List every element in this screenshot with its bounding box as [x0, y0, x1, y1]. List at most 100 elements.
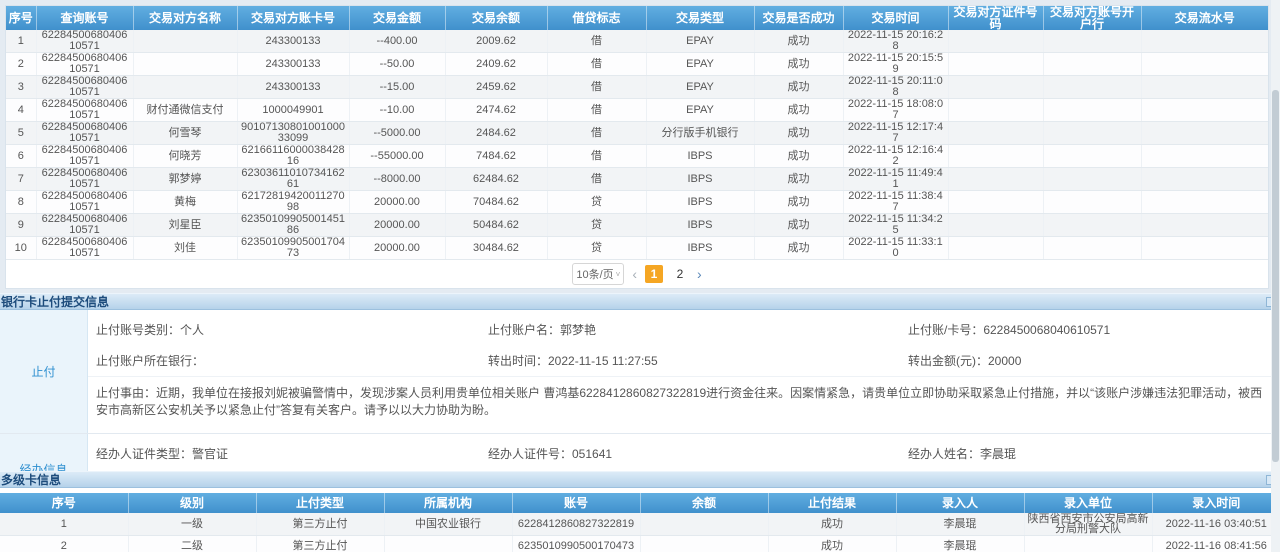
stop-payment-section-header: 银行卡止付提交信息	[0, 293, 1280, 310]
table-cell: 成功	[754, 30, 843, 53]
table-cell: 2022-11-15 11:38:47	[843, 191, 948, 214]
table-cell: 6228450068040610571	[36, 53, 133, 76]
column-header: 交易对方证件号码	[948, 6, 1043, 30]
table-cell: --5000.00	[349, 122, 445, 145]
handler-name: 经办人姓名：李晨琨	[908, 445, 1280, 462]
header-row: 序号级别止付类型所属机构账号余额止付结果录入人录入单位录入时间	[0, 493, 1280, 513]
vertical-scrollbar[interactable]	[1271, 0, 1280, 552]
table-cell	[948, 214, 1043, 237]
table-cell: 30484.62	[445, 237, 547, 260]
table-cell: 成功	[754, 99, 843, 122]
table-cell: 6228450068040610571	[36, 214, 133, 237]
table-cell: --8000.00	[349, 168, 445, 191]
table-cell: 2474.62	[445, 99, 547, 122]
next-page-button[interactable]: ›	[697, 266, 702, 282]
table-cell: 中国农业银行	[384, 513, 512, 536]
table-cell: 2022-11-15 18:08:07	[843, 99, 948, 122]
table-cell: --10.00	[349, 99, 445, 122]
table-cell: 成功	[754, 237, 843, 260]
table-cell	[1043, 168, 1141, 191]
stop-payment-reason: 止付事由：近期，我单位在接报刘妮被骗警情中，发现涉案人员利用贵单位相关账户 曹鸿…	[88, 376, 1280, 429]
table-cell: 6	[6, 145, 36, 168]
table-cell: 贷	[547, 237, 646, 260]
multilevel-table-header: 序号级别止付类型所属机构账号余额止付结果录入人录入单位录入时间	[0, 493, 1280, 513]
table-cell	[1141, 53, 1268, 76]
table-cell	[1141, 145, 1268, 168]
multilevel-section-title: 多级卡信息	[1, 473, 61, 487]
table-cell: 分行版手机银行	[646, 122, 754, 145]
table-cell	[948, 237, 1043, 260]
table-cell: EPAY	[646, 76, 754, 99]
table-row: 16228450068040610571243300133--400.00200…	[6, 30, 1268, 53]
table-cell	[948, 191, 1043, 214]
field-row: 止付账号类别：个人 止付账户名：郭梦艳 止付账/卡号：6228450068040…	[88, 314, 1280, 345]
table-cell: EPAY	[646, 30, 754, 53]
stop-payment-fields: 止付账号类别：个人 止付账户名：郭梦艳 止付账/卡号：6228450068040…	[88, 310, 1280, 433]
table-row: 2二级第三方止付6235010990500170473成功李晨琨2022-11-…	[0, 536, 1280, 552]
table-cell	[1024, 536, 1152, 552]
table-cell: 成功	[754, 76, 843, 99]
table-cell: 李晨琨	[896, 536, 1024, 552]
table-cell	[1043, 237, 1141, 260]
column-header: 交易时间	[843, 6, 948, 30]
column-header: 账号	[512, 493, 640, 513]
table-cell: 2459.62	[445, 76, 547, 99]
transfer-time: 转出时间：2022-11-15 11:27:55	[488, 352, 908, 369]
table-cell: 6228450068040610571	[36, 191, 133, 214]
table-cell: 243300133	[237, 30, 349, 53]
table-cell: 4	[6, 99, 36, 122]
page-button-2[interactable]: 2	[671, 265, 689, 283]
table-cell: 郭梦婷	[133, 168, 237, 191]
page-button-1[interactable]: 1	[645, 265, 663, 283]
table-row: 96228450068040610571刘星臣62350109905001451…	[6, 214, 1268, 237]
scrollbar-thumb[interactable]	[1272, 90, 1279, 462]
transactions-table-body: 16228450068040610571243300133--400.00200…	[6, 30, 1268, 260]
table-cell	[1141, 76, 1268, 99]
transactions-table-header: 序号查询账号交易对方名称交易对方账卡号交易金额交易余额借贷标志交易类型交易是否成…	[6, 6, 1268, 30]
column-header: 录入人	[896, 493, 1024, 513]
table-cell	[384, 536, 512, 552]
table-cell	[1141, 191, 1268, 214]
field-row: 止付账户所在银行： 转出时间：2022-11-15 11:27:55 转出金额(…	[88, 345, 1280, 376]
table-cell: 2	[0, 536, 128, 552]
handler-cert-type: 经办人证件类型：警官证	[96, 445, 488, 462]
table-cell	[948, 76, 1043, 99]
table-cell	[1141, 99, 1268, 122]
column-header: 交易金额	[349, 6, 445, 30]
table-row: 106228450068040610571刘佳62350109905001704…	[6, 237, 1268, 260]
column-header: 余额	[640, 493, 768, 513]
column-header: 序号	[6, 6, 36, 30]
table-cell: 借	[547, 30, 646, 53]
table-cell: 6216611600003842816	[237, 145, 349, 168]
column-header: 录入单位	[1024, 493, 1152, 513]
column-header: 止付结果	[768, 493, 896, 513]
table-cell: 李晨琨	[896, 513, 1024, 536]
page-size-value: 10条/页	[576, 266, 613, 282]
table-cell	[1043, 214, 1141, 237]
table-cell: 6228450068040610571	[36, 168, 133, 191]
table-cell: 陕西省西安市公安局高新分局刑警大队	[1024, 513, 1152, 536]
table-cell: 2022-11-15 20:15:59	[843, 53, 948, 76]
table-cell	[1141, 237, 1268, 260]
pagination: 10条/页 ˅ ‹ 1 2 ›	[6, 260, 1268, 288]
table-cell: 20000.00	[349, 237, 445, 260]
table-cell	[133, 53, 237, 76]
table-row: 36228450068040610571243300133--15.002459…	[6, 76, 1268, 99]
multilevel-section-header: 多级卡信息	[0, 471, 1280, 488]
table-cell: 1	[0, 513, 128, 536]
field-row: 经办人证件类型：警官证 经办人证件号：051641 经办人姓名：李晨琨	[88, 438, 1280, 469]
table-cell: 成功	[754, 122, 843, 145]
table-cell: 财付通微信支付	[133, 99, 237, 122]
table-cell	[1043, 30, 1141, 53]
prev-page-button[interactable]: ‹	[632, 266, 637, 282]
column-header: 交易流水号	[1141, 6, 1268, 30]
table-cell: 6235010990500170473	[237, 237, 349, 260]
table-cell: 借	[547, 99, 646, 122]
stop-account-name: 止付账户名：郭梦艳	[488, 321, 908, 338]
page-size-select[interactable]: 10条/页 ˅	[572, 263, 624, 285]
table-cell: 2022-11-15 20:16:28	[843, 30, 948, 53]
table-cell: 6217281942001127098	[237, 191, 349, 214]
table-cell: 何晓芳	[133, 145, 237, 168]
table-cell: 成功	[754, 191, 843, 214]
table-cell	[1043, 122, 1141, 145]
